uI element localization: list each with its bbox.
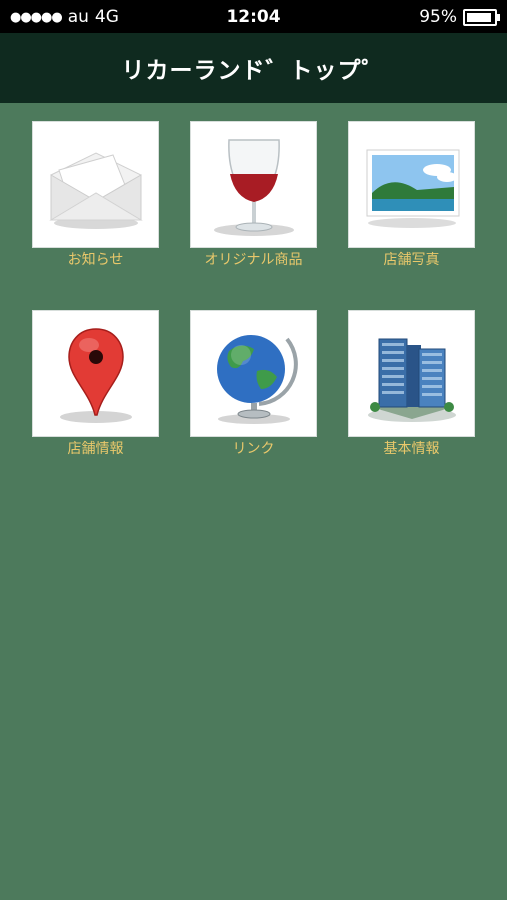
tile-store-info-label: 店舗情報 xyxy=(67,441,124,457)
battery-percent: 95% xyxy=(419,7,457,27)
map-pin-icon xyxy=(59,327,132,423)
tile-links-image[interactable] xyxy=(190,310,317,437)
tile-original-products-image[interactable] xyxy=(190,121,317,248)
page-title: リカーランド゛トップ゜ xyxy=(121,58,386,84)
tile-links[interactable]: リンク xyxy=(190,310,317,457)
tile-store-photos-label: 店舗写真 xyxy=(383,252,440,268)
status-right: 95% xyxy=(419,7,500,27)
tile-notice[interactable]: お知らせ xyxy=(32,121,159,268)
tile-basic-info[interactable]: 基本情報 xyxy=(348,310,475,457)
landscape-photo-icon xyxy=(366,149,459,228)
tile-store-photos[interactable]: 店舗写真 xyxy=(348,121,475,268)
tile-links-label: リンク xyxy=(232,441,275,457)
tile-store-info-image[interactable] xyxy=(32,310,159,437)
envelope-icon xyxy=(48,151,143,229)
nav-bar: リカーランド゛トップ゜ xyxy=(0,33,507,103)
wine-glass-icon xyxy=(213,138,294,236)
status-bar: ●●●●● au 4G 12:04 95% xyxy=(0,0,507,33)
tile-notice-image[interactable] xyxy=(32,121,159,248)
tile-basic-info-label: 基本情報 xyxy=(383,441,440,457)
tile-store-photos-image[interactable] xyxy=(348,121,475,248)
tile-store-info[interactable]: 店舗情報 xyxy=(32,310,159,457)
battery-icon xyxy=(463,8,500,26)
tile-notice-label: お知らせ xyxy=(67,252,124,268)
tile-original-products[interactable]: オリジナル商品 xyxy=(190,121,317,268)
tile-basic-info-image[interactable] xyxy=(348,310,475,437)
office-building-icon xyxy=(367,338,456,422)
globe-icon xyxy=(216,334,298,424)
tile-original-products-label: オリジナル商品 xyxy=(204,252,303,268)
